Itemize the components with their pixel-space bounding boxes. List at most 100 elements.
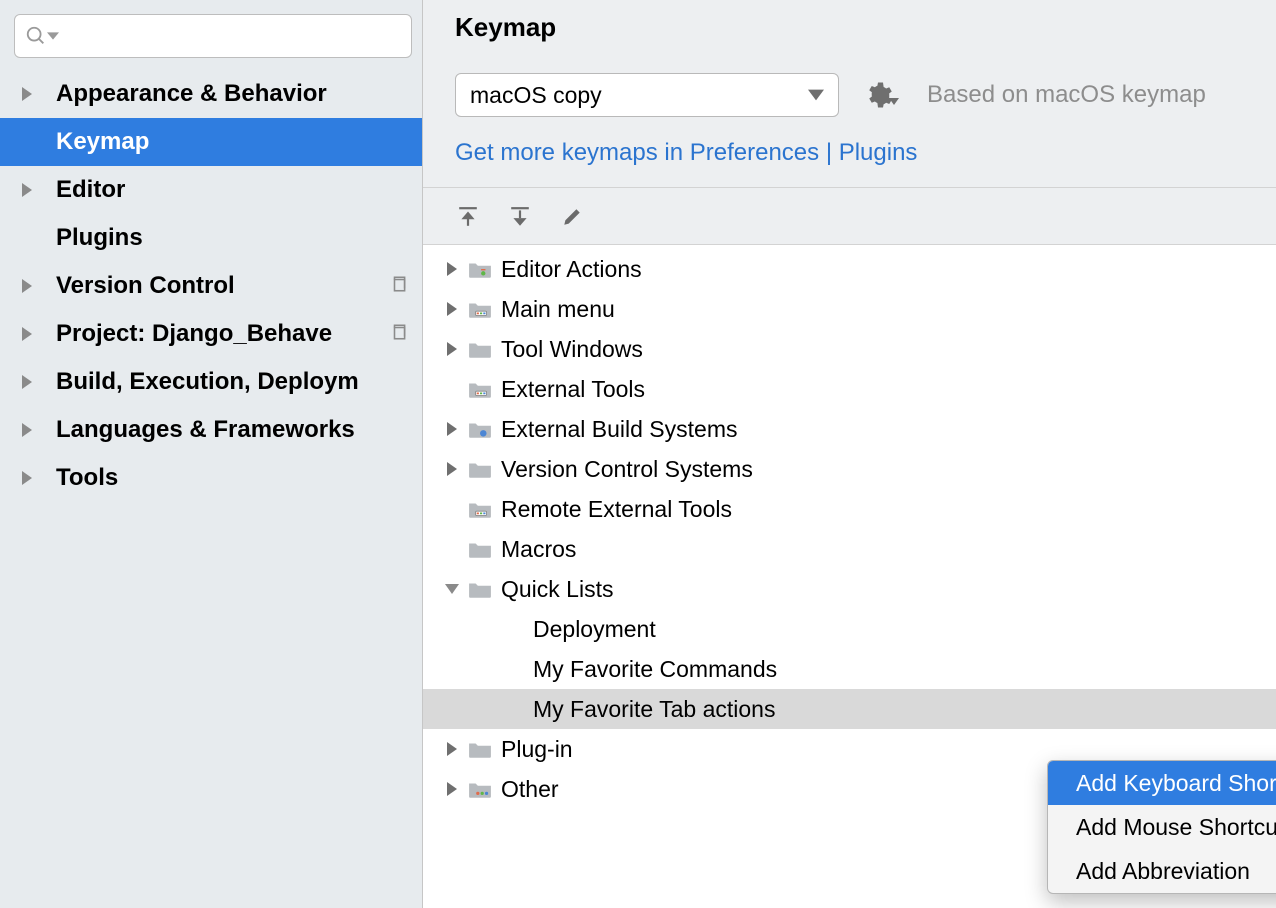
tree-item-label: My Favorite Tab actions: [533, 696, 775, 723]
chevron-right-icon: [22, 87, 42, 101]
sidebar-item-appearance-behavior[interactable]: Appearance & Behavior: [0, 70, 422, 118]
tree-item[interactable]: My Favorite Tab actions: [423, 689, 1276, 729]
sidebar-item-label: Plugins: [56, 224, 143, 252]
keymap-dropdown[interactable]: macOS copy: [455, 73, 839, 117]
sidebar-search[interactable]: [14, 14, 412, 58]
actions-tree: Editor Actions Main menu Tool Windows Exter…: [423, 245, 1276, 809]
sidebar-search-input[interactable]: [65, 25, 401, 48]
tree-item-label: Deployment: [533, 616, 656, 643]
tree-item[interactable]: External Tools: [423, 369, 1276, 409]
context-menu-item[interactable]: Add Mouse Shortcut: [1048, 805, 1276, 849]
keymap-toolbar: [423, 188, 1276, 245]
tree-item[interactable]: Main menu: [423, 289, 1276, 329]
chevron-right-icon: [439, 342, 465, 356]
sidebar-item-label: Keymap: [56, 128, 149, 156]
settings-sidebar: Appearance & Behavior Keymap Editor Plugins…: [0, 0, 423, 908]
search-icon: [25, 25, 47, 47]
sidebar-item-plugins[interactable]: Plugins: [0, 214, 422, 262]
tree-item[interactable]: External Build Systems: [423, 409, 1276, 449]
sidebar-item-label: Languages & Frameworks: [56, 416, 355, 444]
chevron-down-icon: [47, 30, 59, 42]
tree-item-label: Macros: [501, 536, 576, 563]
sidebar-item-tools[interactable]: Tools: [0, 454, 422, 502]
main-panel: Keymap macOS copy Based on macOS keymap …: [423, 0, 1276, 908]
chevron-right-icon: [22, 471, 42, 485]
tree-item[interactable]: Version Control Systems: [423, 449, 1276, 489]
sidebar-item-keymap[interactable]: Keymap: [0, 118, 422, 166]
tree-item[interactable]: Deployment: [423, 609, 1276, 649]
sidebar-search-wrap: [0, 0, 422, 70]
sidebar-item-label: Project: Django_Behave: [56, 320, 332, 348]
chevron-right-icon: [439, 422, 465, 436]
context-menu-item[interactable]: Add Keyboard Shortcut: [1048, 761, 1276, 805]
tree-item-label: Tool Windows: [501, 336, 643, 363]
pencil-icon: [561, 206, 583, 228]
keymap-settings-button[interactable]: [863, 80, 899, 110]
main-header: Keymap macOS copy Based on macOS keymap …: [423, 0, 1276, 188]
tree-item-label: External Build Systems: [501, 416, 737, 443]
folder-icon: [467, 458, 493, 480]
folder-color-icon: [467, 778, 493, 800]
tree-item[interactable]: Remote External Tools: [423, 489, 1276, 529]
tree-item-label: Other: [501, 776, 559, 803]
expand-all-icon: [457, 206, 479, 228]
tree-item-label: External Tools: [501, 376, 645, 403]
tree-item[interactable]: Quick Lists: [423, 569, 1276, 609]
tree-item-label: Main menu: [501, 296, 615, 323]
tree-item-label: Editor Actions: [501, 256, 642, 283]
edit-shortcut-button[interactable]: [559, 204, 585, 230]
tree-item-label: My Favorite Commands: [533, 656, 777, 683]
based-on-label: Based on macOS keymap: [927, 81, 1206, 109]
get-more-keymaps-link[interactable]: Get more keymaps in Preferences | Plugin…: [455, 139, 1244, 167]
sidebar-item-label: Tools: [56, 464, 118, 492]
folder-icon: [467, 738, 493, 760]
tree-item-label: Plug-in: [501, 736, 573, 763]
context-menu: Add Keyboard ShortcutAdd Mouse ShortcutA…: [1047, 760, 1276, 894]
chevron-right-icon: [22, 279, 42, 293]
folder-star-icon: [467, 258, 493, 280]
folder-tool-icon: [467, 298, 493, 320]
chevron-right-icon: [439, 782, 465, 796]
sidebar-item-label: Build, Execution, Deploym: [56, 368, 359, 396]
tree-item-label: Version Control Systems: [501, 456, 753, 483]
sidebar-item-editor[interactable]: Editor: [0, 166, 422, 214]
tree-item-label: Remote External Tools: [501, 496, 732, 523]
chevron-right-icon: [22, 327, 42, 341]
sidebar-item-label: Editor: [56, 176, 125, 204]
collapse-all-button[interactable]: [507, 204, 533, 230]
tree-item[interactable]: Editor Actions: [423, 249, 1276, 289]
chevron-down-icon: [889, 98, 899, 106]
chevron-down-icon: [808, 89, 824, 101]
chevron-right-icon: [22, 423, 42, 437]
page-title: Keymap: [455, 12, 1244, 43]
tree-item[interactable]: Tool Windows: [423, 329, 1276, 369]
chevron-right-icon: [22, 375, 42, 389]
chevron-down-icon: [439, 584, 465, 594]
scope-icon: [390, 320, 408, 348]
context-menu-item[interactable]: Add Abbreviation: [1048, 849, 1276, 893]
sidebar-nav: Appearance & Behavior Keymap Editor Plugins…: [0, 70, 422, 502]
chevron-right-icon: [439, 302, 465, 316]
tree-item[interactable]: Macros: [423, 529, 1276, 569]
sidebar-item-languages-frameworks[interactable]: Languages & Frameworks: [0, 406, 422, 454]
sidebar-item-build-execution-deploym[interactable]: Build, Execution, Deploym: [0, 358, 422, 406]
tree-item-label: Quick Lists: [501, 576, 613, 603]
scope-icon: [390, 272, 408, 300]
sidebar-item-version-control[interactable]: Version Control: [0, 262, 422, 310]
keymap-selector-row: macOS copy Based on macOS keymap: [455, 73, 1244, 117]
chevron-right-icon: [439, 262, 465, 276]
sidebar-item-label: Appearance & Behavior: [56, 80, 327, 108]
folder-icon: [467, 538, 493, 560]
collapse-all-icon: [509, 206, 531, 228]
chevron-right-icon: [439, 742, 465, 756]
chevron-right-icon: [22, 183, 42, 197]
folder-gear-icon: [467, 418, 493, 440]
sidebar-item-project-django-behave[interactable]: Project: Django_Behave: [0, 310, 422, 358]
folder-tool-icon: [467, 378, 493, 400]
keymap-dropdown-value: macOS copy: [470, 82, 602, 109]
sidebar-item-label: Version Control: [56, 272, 235, 300]
expand-all-button[interactable]: [455, 204, 481, 230]
tree-item[interactable]: My Favorite Commands: [423, 649, 1276, 689]
folder-tool-icon: [467, 498, 493, 520]
folder-icon: [467, 578, 493, 600]
